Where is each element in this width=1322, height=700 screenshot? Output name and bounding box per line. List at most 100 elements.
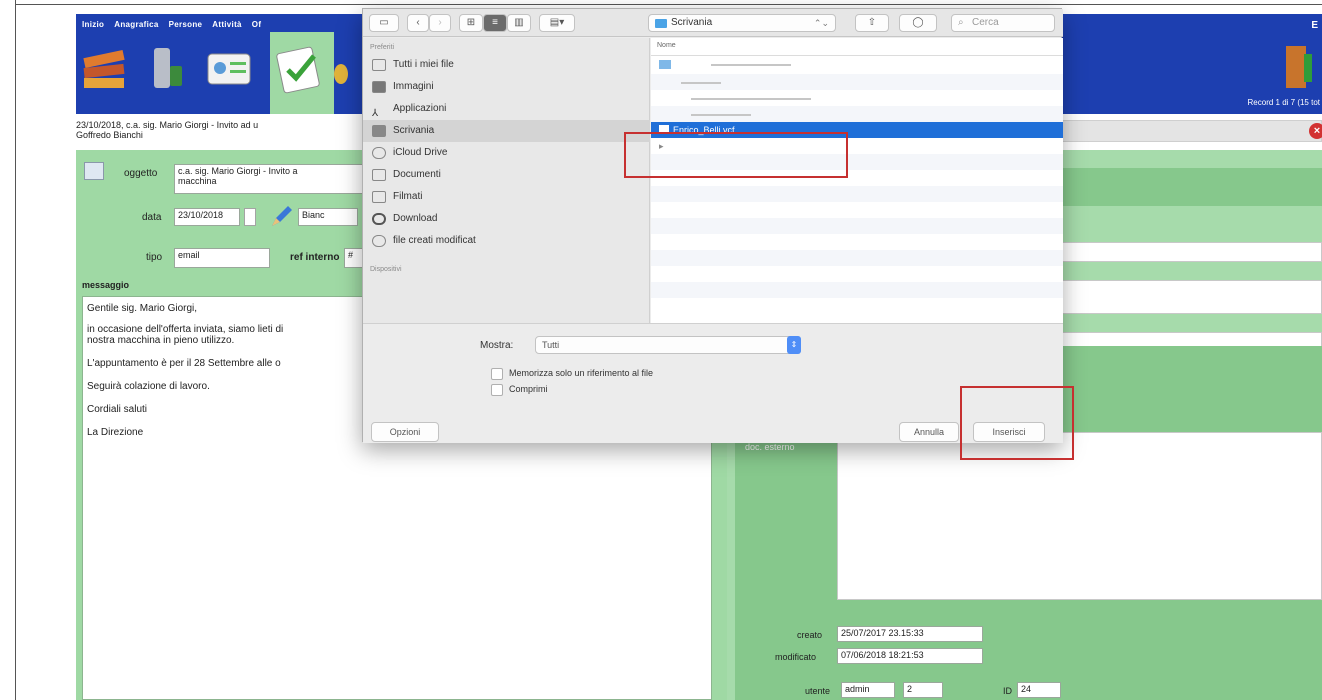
file-row[interactable] xyxy=(651,90,1063,106)
share-button[interactable]: ⇧ xyxy=(855,14,889,32)
creato-label: creato xyxy=(797,630,823,640)
download-icon xyxy=(372,213,386,225)
books-icon[interactable] xyxy=(80,40,130,96)
favorites-header: Preferiti xyxy=(370,44,395,51)
calendar-button[interactable] xyxy=(244,208,256,226)
memorizza-checkbox[interactable] xyxy=(491,368,503,380)
all-files-icon xyxy=(372,59,386,71)
date-field[interactable]: 23/10/2018 xyxy=(174,208,240,226)
file-row xyxy=(651,282,1063,298)
coins-icon[interactable] xyxy=(334,40,348,96)
location-label: Scrivania xyxy=(671,17,713,28)
column-header-nome[interactable]: Nome xyxy=(651,38,1063,56)
file-row xyxy=(651,234,1063,250)
ref-interno-field[interactable]: # xyxy=(344,248,364,268)
sidebar-item-applicazioni[interactable]: ⅄ Applicazioni xyxy=(363,98,650,120)
frame-left-border xyxy=(0,0,16,700)
sidebar-item-label: Download xyxy=(393,213,438,224)
main-nav: Inizio Anagrafica Persone Attività Of xyxy=(82,20,261,29)
exit-door-icon[interactable] xyxy=(1284,44,1314,90)
sidebar-item-label: Documenti xyxy=(393,169,441,180)
utente-num-field: 2 xyxy=(903,682,943,698)
tipo-label: tipo xyxy=(146,252,163,263)
options-button[interactable]: Opzioni xyxy=(371,422,439,442)
doc-esterno-label: doc. esterno xyxy=(745,442,795,452)
sidebar-item-scrivania[interactable]: Scrivania xyxy=(363,120,650,142)
sidebar-item-documenti[interactable]: Documenti xyxy=(363,164,650,186)
tipo-field[interactable]: email xyxy=(174,248,270,268)
sidebar-toggle-button[interactable]: ▭ xyxy=(369,14,399,32)
modificato-field: 07/06/2018 18:21:53 xyxy=(837,648,983,664)
column-view-button[interactable]: ▥ xyxy=(507,14,531,32)
sidebar-item-label: Immagini xyxy=(393,81,434,92)
file-row[interactable] xyxy=(651,74,1063,90)
dialog-toolbar: ▭ ‹ › ⊞ ≡ ▥ ▤▾ Scrivania ⌃⌄ ⇧ ◯ ⌕ Cerca xyxy=(363,9,1063,37)
messaggio-label: messaggio xyxy=(82,280,130,290)
utente-field: admin xyxy=(841,682,895,698)
arrange-button[interactable]: ▤▾ xyxy=(539,14,575,32)
comprimi-checkbox[interactable] xyxy=(491,384,503,396)
file-row[interactable] xyxy=(651,106,1063,122)
tags-button[interactable]: ◯ xyxy=(899,14,937,32)
sidebar-item-download[interactable]: Download xyxy=(363,208,650,230)
list-view-button[interactable]: ≡ xyxy=(483,14,507,32)
folder-icon xyxy=(655,19,667,28)
pencil-icon[interactable] xyxy=(268,204,294,230)
highlight-box-insert xyxy=(960,386,1074,460)
doc-esterno-container[interactable] xyxy=(837,432,1322,600)
file-row xyxy=(651,202,1063,218)
file-row[interactable] xyxy=(651,58,1063,74)
sidebar-item-icloud-drive[interactable]: iCloud Drive xyxy=(363,142,650,164)
sidebar-item-tutti-i-miei-file[interactable]: Tutti i miei file xyxy=(363,54,650,76)
id-field: 24 xyxy=(1017,682,1061,698)
phone-icon[interactable] xyxy=(142,40,192,96)
cancel-button[interactable]: Annulla xyxy=(899,422,959,442)
redacted-filename xyxy=(711,64,791,66)
file-row xyxy=(651,186,1063,202)
file-list: Nome Enrico_Belli.vcf ▸ xyxy=(651,38,1063,323)
mostra-select[interactable]: Tutti ⇕ xyxy=(535,336,801,354)
location-select[interactable]: Scrivania ⌃⌄ xyxy=(648,14,836,32)
redacted-filename xyxy=(691,98,811,100)
images-icon xyxy=(372,81,386,93)
oggetto-field[interactable]: c.a. sig. Mario Giorgi - Invito a macchi… xyxy=(174,164,364,194)
nav-partial[interactable]: Of xyxy=(252,20,262,29)
mostra-value: Tutti xyxy=(542,340,560,350)
search-placeholder: Cerca xyxy=(972,17,999,28)
folder-icon xyxy=(659,60,671,69)
applications-icon: ⅄ xyxy=(372,108,379,119)
nav-anagrafica[interactable]: Anagrafica xyxy=(114,20,158,29)
sidebar-item-label: Tutti i miei file xyxy=(393,59,454,70)
nav-inizio[interactable]: Inizio xyxy=(82,20,104,29)
highlight-box-file xyxy=(624,132,848,178)
close-icon[interactable]: × xyxy=(1309,123,1322,139)
modificato-label: modificato xyxy=(775,652,817,662)
sidebar-item-file-creati-modificati[interactable]: file creati modificat xyxy=(363,230,650,252)
back-button[interactable]: ‹ xyxy=(407,14,429,32)
oggetto-label: oggetto xyxy=(124,168,158,179)
gear-icon xyxy=(372,235,386,247)
sidebar-item-filmati[interactable]: Filmati xyxy=(363,186,650,208)
insert-file-dialog: ▭ ‹ › ⊞ ≡ ▥ ▤▾ Scrivania ⌃⌄ ⇧ ◯ ⌕ Cerca … xyxy=(362,8,1063,443)
record-counter: Record 1 di 7 (15 tot xyxy=(1247,98,1320,107)
search-input[interactable]: ⌕ Cerca xyxy=(951,14,1055,32)
redacted-filename xyxy=(691,114,751,116)
nav-persone[interactable]: Persone xyxy=(169,20,203,29)
movies-icon xyxy=(372,191,386,203)
icon-view-button[interactable]: ⊞ xyxy=(459,14,483,32)
contact-card-icon[interactable] xyxy=(204,40,254,96)
memorizza-label: Memorizza solo un riferimento al file xyxy=(509,368,654,378)
comprimi-label: Comprimi xyxy=(509,384,548,394)
desktop-icon xyxy=(372,125,386,137)
checklist-icon[interactable] xyxy=(274,40,324,96)
frame-top-border xyxy=(0,0,1322,5)
forward-button[interactable]: › xyxy=(429,14,451,32)
sidebar-item-immagini[interactable]: Immagini xyxy=(363,76,650,98)
updown-chevron-icon: ⌃⌄ xyxy=(813,18,829,28)
nav-attivita[interactable]: Attività xyxy=(212,20,242,29)
data-label: data xyxy=(142,212,162,223)
redacted-filename xyxy=(681,82,721,84)
note-icon[interactable] xyxy=(84,162,104,180)
mostra-label: Mostra: xyxy=(480,340,514,351)
person-field[interactable]: Bianc xyxy=(298,208,358,226)
